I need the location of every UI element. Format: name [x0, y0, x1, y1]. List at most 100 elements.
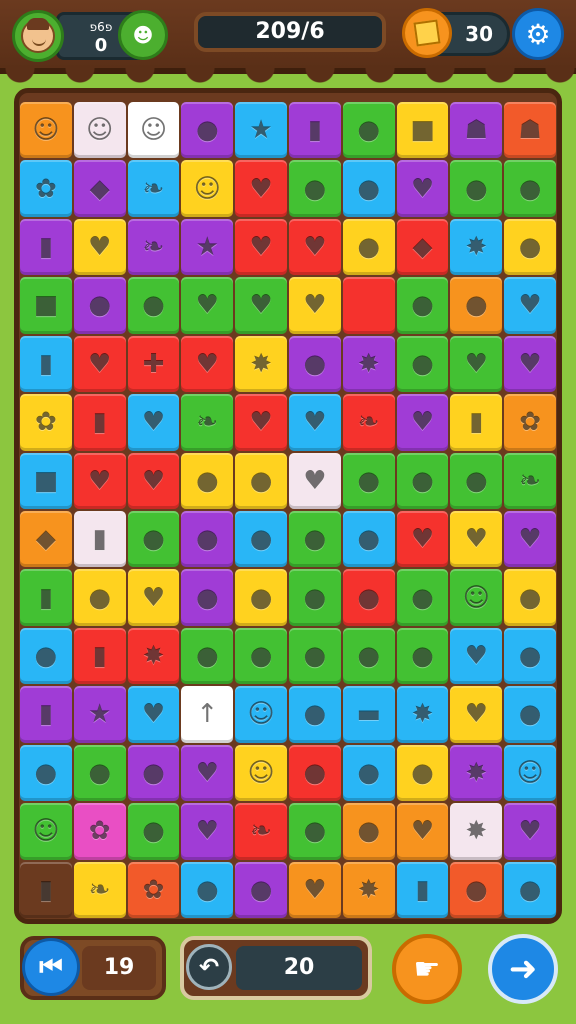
board-tile[interactable]: ☺ [73, 102, 126, 159]
board-tile[interactable]: ✸ [342, 335, 395, 393]
board-tile[interactable]: ✿ [20, 160, 72, 217]
board-tile[interactable]: ● [127, 277, 180, 334]
board-tile[interactable]: ● [181, 510, 234, 568]
board-tile[interactable]: ✸ [127, 627, 180, 685]
board-tile[interactable]: ✸ [450, 218, 503, 276]
board-tile[interactable]: ● [342, 218, 395, 276]
board-tile[interactable]: ● [288, 569, 341, 626]
board-tile[interactable]: ● [73, 744, 126, 802]
board-tile[interactable]: ● [342, 452, 395, 509]
board-tile[interactable]: ◆ [396, 218, 449, 276]
board-tile[interactable]: ♥ [396, 510, 449, 568]
board-tile[interactable]: ♥ [235, 277, 287, 334]
board-tile[interactable]: ♥ [181, 803, 234, 860]
board-tile[interactable]: ♥ [235, 160, 287, 217]
friend-button[interactable]: ☻ [118, 10, 168, 60]
board-tile[interactable]: ● [342, 803, 395, 860]
board-tile[interactable]: ● [288, 744, 341, 802]
board-tile[interactable]: ✸ [450, 744, 503, 802]
board-tile[interactable]: ▬ [342, 686, 395, 743]
board-tile[interactable]: ▮ [20, 569, 72, 626]
board-tile[interactable]: ★ [235, 102, 287, 159]
board-tile[interactable]: ● [288, 686, 341, 743]
board-tile[interactable]: ♥ [73, 452, 126, 509]
board-tile[interactable]: ☺ [20, 102, 72, 159]
board-tile[interactable]: ✿ [504, 394, 556, 451]
board-tile[interactable]: ❧ [73, 861, 126, 918]
board-tile[interactable]: ● [127, 803, 180, 860]
board-tile[interactable]: ♥ [288, 218, 341, 276]
board-tile[interactable]: ✿ [127, 861, 180, 918]
board-tile[interactable]: ❧ [504, 452, 556, 509]
board-tile[interactable]: ● [127, 510, 180, 568]
board-tile[interactable]: ♥ [450, 335, 503, 393]
board-tile[interactable]: ● [342, 569, 395, 626]
board-tile[interactable]: ● [504, 686, 556, 743]
board-tile[interactable]: ❧ [235, 803, 287, 860]
board-tile[interactable]: ✿ [73, 803, 126, 860]
board-tile[interactable]: ✸ [396, 686, 449, 743]
board-tile[interactable]: ▮ [73, 627, 126, 685]
board-tile[interactable]: ● [504, 160, 556, 217]
board-tile[interactable]: ♥ [127, 452, 180, 509]
board-tile[interactable]: ♥ [396, 394, 449, 451]
board-tile[interactable]: ● [450, 160, 503, 217]
settings-button[interactable]: ⚙ [512, 8, 564, 60]
board-tile[interactable]: ♥ [504, 510, 556, 568]
board-tile[interactable]: ✸ [450, 803, 503, 860]
board-tile[interactable]: ● [396, 335, 449, 393]
board-tile[interactable]: ♥ [73, 218, 126, 276]
board-tile[interactable]: ▮ [73, 394, 126, 451]
board-tile[interactable]: ● [235, 452, 287, 509]
board-tile[interactable]: ❧ [127, 218, 180, 276]
board-tile[interactable]: ✸ [235, 335, 287, 393]
board-tile[interactable]: ● [235, 569, 287, 626]
board-tile[interactable]: ♥ [127, 569, 180, 626]
board-tile[interactable]: ● [450, 452, 503, 509]
board-tile[interactable]: ● [288, 335, 341, 393]
board-tile[interactable]: ✿ [20, 394, 72, 451]
board-tile[interactable]: ◆ [20, 510, 72, 568]
board-tile[interactable]: ● [504, 569, 556, 626]
board-tile[interactable]: ▮ [288, 102, 341, 159]
board-tile[interactable]: ♥ [181, 335, 234, 393]
board-tile[interactable]: ● [396, 569, 449, 626]
board-tile[interactable]: ▮ [396, 861, 449, 918]
board-tile[interactable]: ● [396, 744, 449, 802]
board-tile[interactable]: ♥ [396, 160, 449, 217]
board-tile[interactable]: ♥ [127, 394, 180, 451]
board-tile[interactable]: ❧ [127, 160, 180, 217]
board-tile[interactable]: ✚ [127, 335, 180, 393]
board-tile[interactable]: ♥ [288, 861, 341, 918]
board-tile[interactable]: ♥ [73, 335, 126, 393]
board-tile[interactable]: ▮ [20, 686, 72, 743]
board-tile[interactable]: ✸ [342, 861, 395, 918]
hint-button[interactable]: ☛ [392, 934, 462, 1004]
board-tile[interactable]: ● [504, 861, 556, 918]
board-tile[interactable]: ♥ [288, 277, 341, 334]
board-tile[interactable]: ♥ [450, 510, 503, 568]
next-button[interactable]: ➜ [488, 934, 558, 1004]
board-tile[interactable]: ■ [20, 452, 72, 509]
board-tile[interactable]: ● [181, 861, 234, 918]
board-tile[interactable]: ♥ [504, 803, 556, 860]
board-tile[interactable]: ● [20, 744, 72, 802]
board-tile[interactable]: ☺ [235, 686, 287, 743]
board-tile[interactable]: ♥ [288, 394, 341, 451]
coin-button[interactable] [402, 8, 452, 58]
board-tile[interactable]: ☺ [20, 803, 72, 860]
undo-button[interactable]: ↶ [186, 944, 232, 990]
board-tile[interactable]: ● [181, 102, 234, 159]
board-tile[interactable]: ♥ [235, 218, 287, 276]
board-tile[interactable]: ♥ [288, 452, 341, 509]
board-tile[interactable]: ♥ [181, 277, 234, 334]
board-tile[interactable]: ▮ [20, 218, 72, 276]
board-tile[interactable]: ● [342, 102, 395, 159]
board-tile[interactable]: ★ [181, 218, 234, 276]
board-tile[interactable]: ♥ [450, 686, 503, 743]
board-tile[interactable]: ☺ [504, 744, 556, 802]
board-tile[interactable]: ❧ [181, 394, 234, 451]
board-tile[interactable]: ☺ [450, 569, 503, 626]
board-tile[interactable]: ▮ [73, 510, 126, 568]
board-tile[interactable]: ● [450, 861, 503, 918]
